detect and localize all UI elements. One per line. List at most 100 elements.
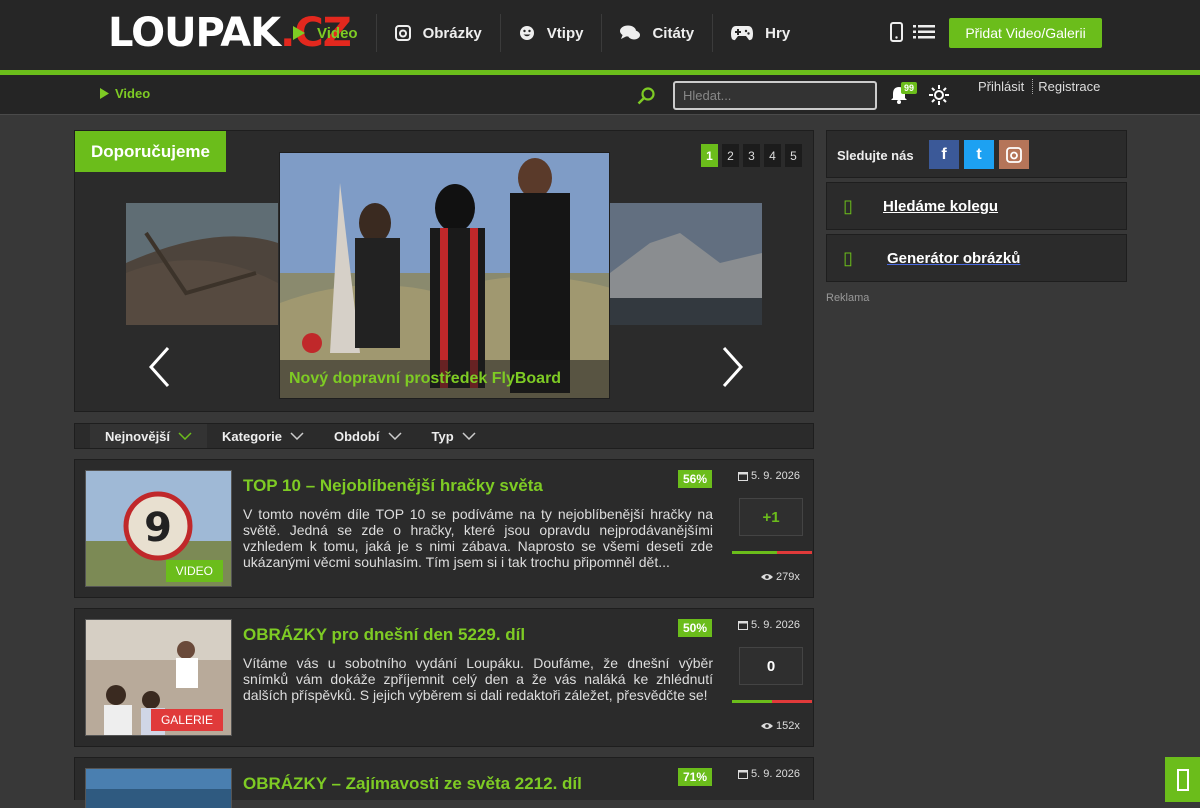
slider-pager: 1 2 3 4 5 [701,144,802,167]
breadcrumb-label: Video [115,86,151,101]
search-input[interactable] [673,81,877,110]
article-title[interactable]: OBRÁZKY – Zajímavosti ze světa 2212. díl [243,774,582,794]
view-count-text: 152x [776,720,800,732]
view-count-text: 279x [776,571,800,583]
box-icon [1177,768,1189,791]
slide-main-image[interactable]: Nový dopravní prostředek FlyBoard [279,152,610,399]
filter-category-label: Kategorie [222,428,282,444]
type-tag-galerie[interactable]: GALERIE [150,709,223,731]
rating-bar [732,700,812,703]
nav-video-label: Video [317,24,358,42]
theme-toggle-icon[interactable] [929,85,949,105]
rating-bar [732,551,812,554]
filter-type[interactable]: Typ [417,424,491,448]
mobile-icon[interactable] [890,22,903,42]
play-icon [293,26,305,40]
smiley-icon [519,26,534,40]
nav-citaty-label: Citáty [652,24,695,42]
pager-1[interactable]: 1 [701,144,718,167]
article-description: Vítáme vás u sobotního vydání Loupáku. D… [243,655,713,703]
filter-category[interactable]: Kategorie [207,424,319,448]
pager-3[interactable]: 3 [743,144,760,167]
article-date-text: 5. 9. 2026 [751,768,800,780]
breadcrumb[interactable]: Video [100,86,150,101]
calendar-icon [738,770,748,779]
article-date-text: 5. 9. 2026 [751,470,800,482]
rating-percent: 50% [678,619,713,637]
article-card: OBRÁZKY – Zajímavosti ze světa 2212. díl… [74,757,814,808]
instagram-icon [394,25,411,41]
image-generator-box[interactable]: ▯ Generátor obrázků [826,234,1127,282]
box-icon: ▯ [843,248,853,268]
article-card: GALERIE OBRÁZKY pro dnešní den 5229. díl… [74,608,814,747]
article-date: 5. 9. 2026 [738,768,800,780]
calendar-icon [738,621,748,630]
nav-video[interactable]: Video [275,14,377,52]
slide-caption[interactable]: Nový dopravní prostředek FlyBoard [280,360,609,398]
play-icon [100,88,109,99]
instagram-icon[interactable] [999,140,1029,169]
add-video-gallery-button[interactable]: Přidat Video/Galerii [949,18,1102,48]
facebook-letter: f [941,145,947,163]
filter-newest[interactable]: Nejnovější [90,424,208,448]
vote-button[interactable]: +1 [739,498,803,536]
type-tag-video[interactable]: VIDEO [165,560,223,582]
hiring-box[interactable]: ▯ Hledáme kolegu [826,182,1127,230]
filter-period[interactable]: Období [319,424,417,448]
box-icon: ▯ [843,196,853,216]
article-date: 5. 9. 2026 [738,619,800,631]
filter-newest-label: Nejnovější [105,428,171,444]
nav-hry-label: Hry [765,24,791,42]
login-link[interactable]: Přihlásit [974,79,1028,94]
register-link[interactable]: Registrace [1032,79,1104,94]
pager-4[interactable]: 4 [764,144,781,167]
slider-next-arrow[interactable] [722,346,744,388]
article-thumbnail[interactable] [85,768,232,808]
article-thumbnail[interactable]: GALERIE [85,619,232,736]
nav-obrazky[interactable]: Obrázky [377,14,501,52]
logo-main: LOUPAK [108,10,281,56]
article-title[interactable]: OBRÁZKY pro dnešní den 5229. díl [243,625,525,645]
article-date: 5. 9. 2026 [738,470,800,482]
search-icon[interactable] [637,87,655,105]
pager-2[interactable]: 2 [722,144,739,167]
slide-next-image[interactable] [610,203,762,325]
article-date-text: 5. 9. 2026 [751,619,800,631]
scroll-top-button[interactable] [1165,757,1200,802]
instagram-glyph [1006,146,1022,163]
gamepad-icon [731,26,754,41]
slide-prev-image[interactable] [126,203,278,325]
filter-period-label: Období [334,428,380,444]
world-photo [86,769,231,808]
ad-label: Reklama [826,292,870,304]
svg-text:9: 9 [144,505,172,551]
twitter-letter: t [976,145,982,163]
list-icon[interactable] [913,25,935,39]
pager-5[interactable]: 5 [785,144,802,167]
rating-percent: 56% [678,470,713,488]
featured-slider: Doporučujeme 1 2 3 4 5 Nový dopravní pro… [74,130,814,412]
facebook-icon[interactable]: f [929,140,959,169]
featured-title: Doporučujeme [75,131,226,172]
rating-negative [772,700,812,703]
slider-prev-arrow[interactable] [148,346,170,388]
mobile-menu [890,22,935,42]
nav-citaty[interactable]: Citáty [602,14,714,52]
rating-positive [732,700,772,703]
hiring-link[interactable]: Hledáme kolegu [883,198,998,215]
nav-vtipy[interactable]: Vtipy [501,14,603,52]
nav-vtipy-label: Vtipy [546,24,584,42]
chevron-down-icon [462,432,476,440]
twitter-icon[interactable]: t [964,140,994,169]
vote-button[interactable]: 0 [739,647,803,685]
image-generator-link[interactable]: Generátor obrázků [887,250,1020,267]
notification-count: 99 [901,82,918,94]
article-title[interactable]: TOP 10 – Nejoblíbenější hračky světa [243,476,543,496]
main-nav: Video Obrázky Vtipy Citáty Hry [275,14,808,52]
comments-icon [620,25,641,40]
article-thumbnail[interactable]: 9 VIDEO [85,470,232,587]
filter-bar: Nejnovější Kategorie Období Typ [74,423,814,449]
eye-icon [761,574,773,580]
rating-percent: 71% [678,768,713,786]
nav-hry[interactable]: Hry [713,14,808,52]
